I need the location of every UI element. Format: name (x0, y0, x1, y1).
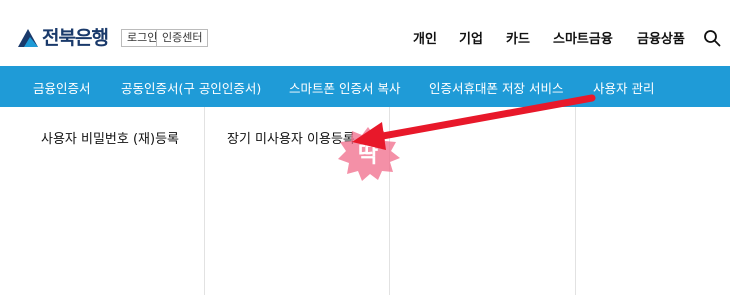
cert-center-button[interactable]: 인증센터 (156, 29, 209, 47)
nav-joint-cert[interactable]: 공동인증서(구 공인인증서) (121, 78, 261, 97)
bank-logo[interactable]: 전북은행 (18, 23, 109, 50)
gnb-smart-finance[interactable]: 스마트금융 (553, 28, 613, 47)
nav-financial-cert[interactable]: 금융인증서 (33, 78, 91, 97)
gnb-card[interactable]: 카드 (506, 28, 530, 47)
column-divider (575, 107, 576, 295)
nav-user-management[interactable]: 사용자 관리 (593, 78, 654, 97)
nav-smartphone-cert-copy[interactable]: 스마트폰 인증서 복사 (289, 78, 400, 97)
top-header: 전북은행 로그인 인증센터 개인 기업 카드 스마트금융 금융상품 (0, 0, 730, 66)
logo-mark-icon (18, 27, 38, 47)
logo-text: 전북은행 (42, 27, 109, 49)
cert-nav-bar: 금융인증서 공동인증서(구 공인인증서) 스마트폰 인증서 복사 인증서휴대폰 … (0, 66, 730, 107)
search-icon[interactable] (703, 29, 721, 47)
submenu-password-register[interactable]: 사용자 비밀번호 (재)등록 (41, 128, 179, 147)
gnb-personal[interactable]: 개인 (413, 28, 437, 47)
column-divider (204, 107, 205, 295)
click-label: 딱 (358, 143, 378, 168)
gnb-corporate[interactable]: 기업 (459, 28, 483, 47)
click-burst-icon: 딱 (334, 125, 402, 183)
gnb-products[interactable]: 금융상품 (637, 28, 685, 47)
nav-phone-cert-storage[interactable]: 인증서휴대폰 저장 서비스 (429, 78, 563, 97)
